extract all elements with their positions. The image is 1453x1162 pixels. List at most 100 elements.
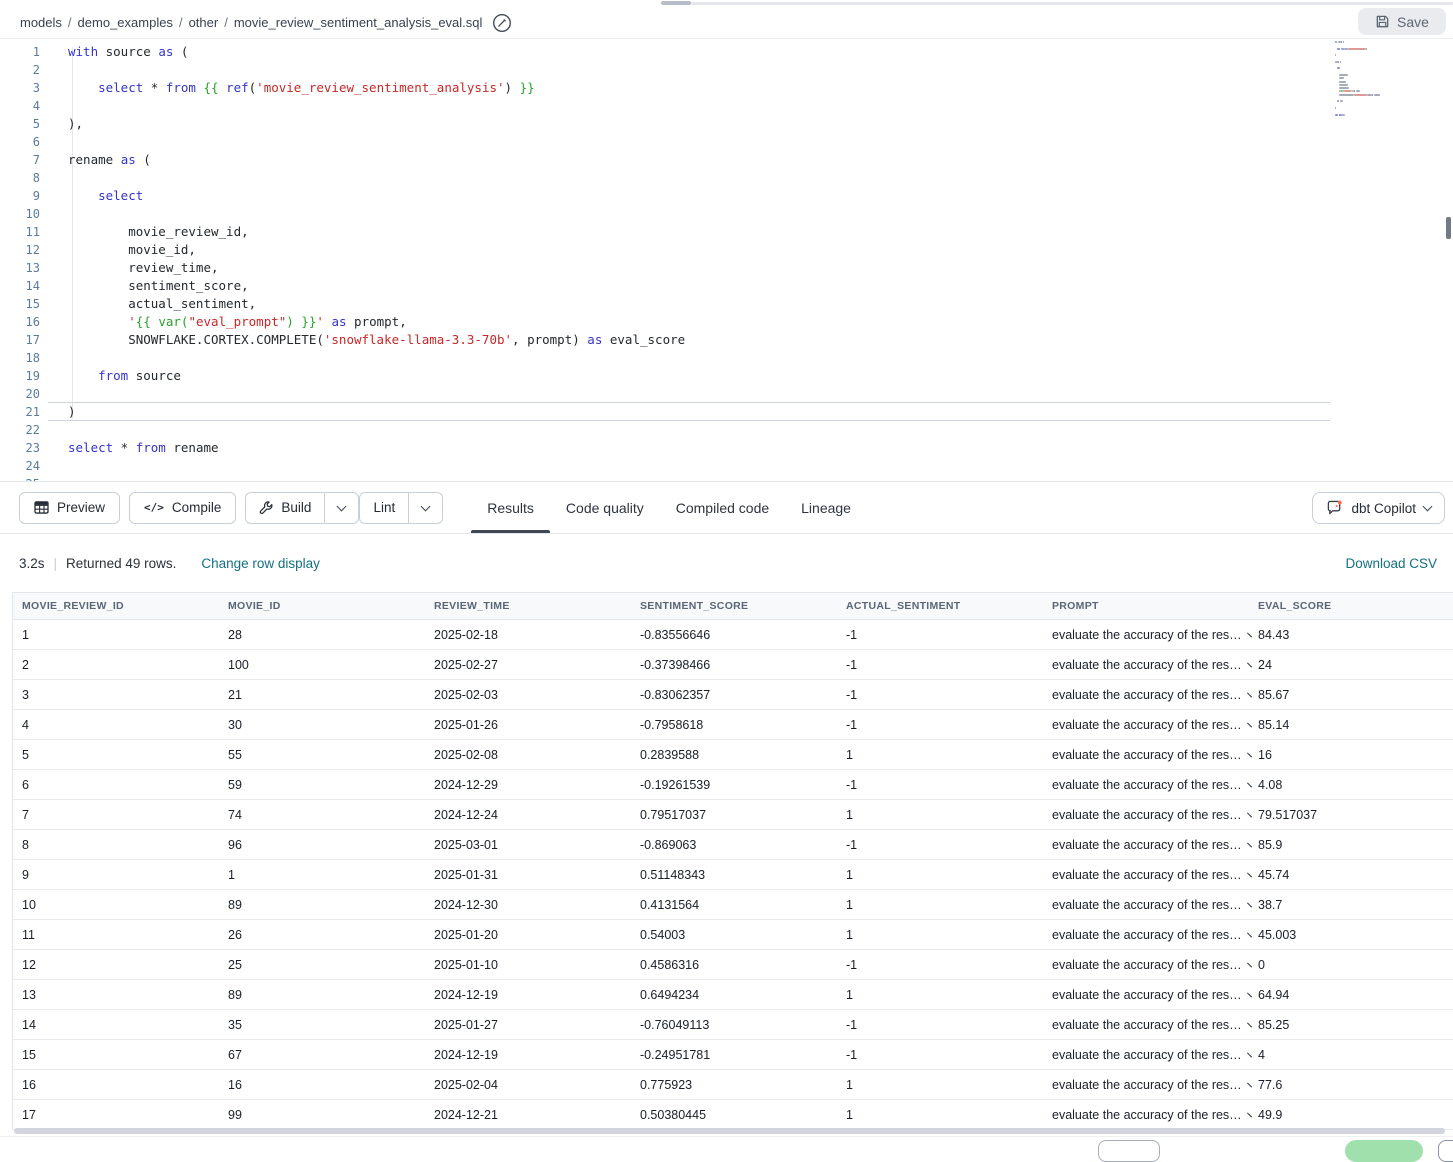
code-line[interactable]: 3 select * from {{ ref('movie_review_sen… <box>0 79 1453 97</box>
compile-button[interactable]: </> Compile <box>129 492 236 524</box>
code-line[interactable]: 20 <box>0 385 1453 403</box>
table-cell: 1 <box>837 808 1043 822</box>
table-cell: 35 <box>219 1018 425 1032</box>
code-line[interactable]: 8 <box>0 169 1453 187</box>
table-horizontal-scrollbar[interactable] <box>14 1128 1445 1134</box>
code-line[interactable]: 16 '{{ var("eval_prompt") }}' as prompt, <box>0 313 1453 331</box>
table-cell: 2025-01-20 <box>425 928 631 942</box>
line-number: 7 <box>0 151 40 169</box>
table-cell: 1 <box>837 1108 1043 1122</box>
prompt-cell[interactable]: evaluate the accuracy of the res… <box>1043 688 1249 702</box>
minimap-line <box>1335 87 1441 89</box>
lint-button[interactable]: Lint <box>360 493 408 523</box>
prompt-cell[interactable]: evaluate the accuracy of the res… <box>1043 718 1249 732</box>
prompt-cell[interactable]: evaluate the accuracy of the res… <box>1043 748 1249 762</box>
prompt-cell[interactable]: evaluate the accuracy of the res… <box>1043 958 1249 972</box>
table-cell: -1 <box>837 838 1043 852</box>
prompt-cell[interactable]: evaluate the accuracy of the res… <box>1043 1108 1249 1122</box>
breadcrumb-separator: / <box>224 15 228 30</box>
table-cell: 89 <box>219 898 425 912</box>
download-csv-link[interactable]: Download CSV <box>1345 556 1437 571</box>
prompt-cell[interactable]: evaluate the accuracy of the res… <box>1043 808 1249 822</box>
edit-indicator-icon[interactable] <box>492 13 512 33</box>
code-line[interactable]: 23select * from rename <box>0 439 1453 457</box>
code-brackets-icon: </> <box>144 501 164 514</box>
code-line[interactable]: 9 select <box>0 187 1453 205</box>
table-cell: 0.6494234 <box>631 988 837 1002</box>
build-button[interactable]: Build <box>246 493 324 523</box>
column-header[interactable]: PROMPT <box>1043 600 1249 612</box>
breadcrumb-part[interactable]: other <box>189 15 219 30</box>
tab-results[interactable]: Results <box>471 482 550 533</box>
table-row: 21002025-02-27-0.37398466-1evaluate the … <box>13 650 1453 680</box>
prompt-cell[interactable]: evaluate the accuracy of the res… <box>1043 868 1249 882</box>
prompt-cell[interactable]: evaluate the accuracy of the res… <box>1043 1048 1249 1062</box>
prompt-cell[interactable]: evaluate the accuracy of the res… <box>1043 1018 1249 1032</box>
sql-code-editor[interactable]: 1with source as (23 select * from {{ ref… <box>0 39 1453 481</box>
code-line[interactable]: 5), <box>0 115 1453 133</box>
prompt-preview-text: evaluate the accuracy of the res… <box>1052 1048 1242 1062</box>
column-header[interactable]: MOVIE_ID <box>219 600 425 612</box>
bottom-partial-button[interactable] <box>1438 1140 1453 1162</box>
breadcrumb-part[interactable]: models <box>20 15 62 30</box>
prompt-cell[interactable]: evaluate the accuracy of the res… <box>1043 898 1249 912</box>
code-line[interactable]: 13 review_time, <box>0 259 1453 277</box>
code-line[interactable]: 11 movie_review_id, <box>0 223 1453 241</box>
column-header[interactable]: SENTIMENT_SCORE <box>631 600 837 612</box>
column-header[interactable]: MOVIE_REVIEW_ID <box>13 600 219 612</box>
code-line[interactable]: 15 actual_sentiment, <box>0 295 1453 313</box>
prompt-cell[interactable]: evaluate the accuracy of the res… <box>1043 778 1249 792</box>
code-line[interactable]: 7rename as ( <box>0 151 1453 169</box>
prompt-cell[interactable]: evaluate the accuracy of the res… <box>1043 628 1249 642</box>
code-line[interactable]: 6 <box>0 133 1453 151</box>
eval-score-cell: 85.9 <box>1249 838 1453 852</box>
code-line[interactable]: 21) <box>0 403 1453 421</box>
breadcrumb-part[interactable]: movie_review_sentiment_analysis_eval.sql <box>234 15 483 30</box>
code-line[interactable]: 22 <box>0 421 1453 439</box>
tab-compiled-code[interactable]: Compiled code <box>660 482 785 533</box>
bottom-partial-button[interactable] <box>1098 1140 1160 1162</box>
dbt-copilot-button[interactable]: dbt Copilot <box>1312 492 1445 524</box>
code-line[interactable]: 19 from source <box>0 367 1453 385</box>
editor-vertical-scrollbar[interactable] <box>1446 217 1451 239</box>
code-line[interactable]: 4 <box>0 97 1453 115</box>
prompt-cell[interactable]: evaluate the accuracy of the res… <box>1043 838 1249 852</box>
tab-lineage[interactable]: Lineage <box>785 482 867 533</box>
tab-code-quality[interactable]: Code quality <box>550 482 660 533</box>
column-header[interactable]: ACTUAL_SENTIMENT <box>837 600 1043 612</box>
code-minimap[interactable] <box>1335 41 1441 123</box>
save-button[interactable]: Save <box>1358 8 1446 35</box>
code-line[interactable]: 10 <box>0 205 1453 223</box>
line-number: 1 <box>0 43 40 61</box>
line-number: 9 <box>0 187 40 205</box>
code-line[interactable]: 17 SNOWFLAKE.CORTEX.COMPLETE('snowflake-… <box>0 331 1453 349</box>
prompt-cell[interactable]: evaluate the accuracy of the res… <box>1043 1078 1249 1092</box>
column-header[interactable]: REVIEW_TIME <box>425 600 631 612</box>
column-header[interactable]: EVAL_SCORE <box>1249 600 1453 612</box>
build-dropdown-button[interactable] <box>324 493 358 523</box>
code-line[interactable]: 18 <box>0 349 1453 367</box>
eval-score-cell: 38.7 <box>1249 898 1453 912</box>
lint-label: Lint <box>373 500 395 515</box>
change-row-display-link[interactable]: Change row display <box>201 556 320 571</box>
line-number: 12 <box>0 241 40 259</box>
code-line[interactable]: 1with source as ( <box>0 43 1453 61</box>
table-cell: 4 <box>13 718 219 732</box>
table-cell: 55 <box>219 748 425 762</box>
copilot-label: dbt Copilot <box>1351 501 1416 516</box>
prompt-cell[interactable]: evaluate the accuracy of the res… <box>1043 988 1249 1002</box>
breadcrumb-part[interactable]: demo_examples <box>78 15 173 30</box>
bottom-status-pill[interactable] <box>1345 1140 1423 1162</box>
preview-button[interactable]: Preview <box>19 492 120 524</box>
prompt-cell[interactable]: evaluate the accuracy of the res… <box>1043 928 1249 942</box>
code-line[interactable]: 24 <box>0 457 1453 475</box>
lint-dropdown-button[interactable] <box>408 493 442 523</box>
table-cell: 13 <box>13 988 219 1002</box>
eval-score-cell: 85.67 <box>1249 688 1453 702</box>
prompt-cell[interactable]: evaluate the accuracy of the res… <box>1043 658 1249 672</box>
code-line[interactable]: 12 movie_id, <box>0 241 1453 259</box>
prompt-preview-text: evaluate the accuracy of the res… <box>1052 958 1242 972</box>
prompt-preview-text: evaluate the accuracy of the res… <box>1052 808 1242 822</box>
code-line[interactable]: 14 sentiment_score, <box>0 277 1453 295</box>
code-line[interactable]: 2 <box>0 61 1453 79</box>
